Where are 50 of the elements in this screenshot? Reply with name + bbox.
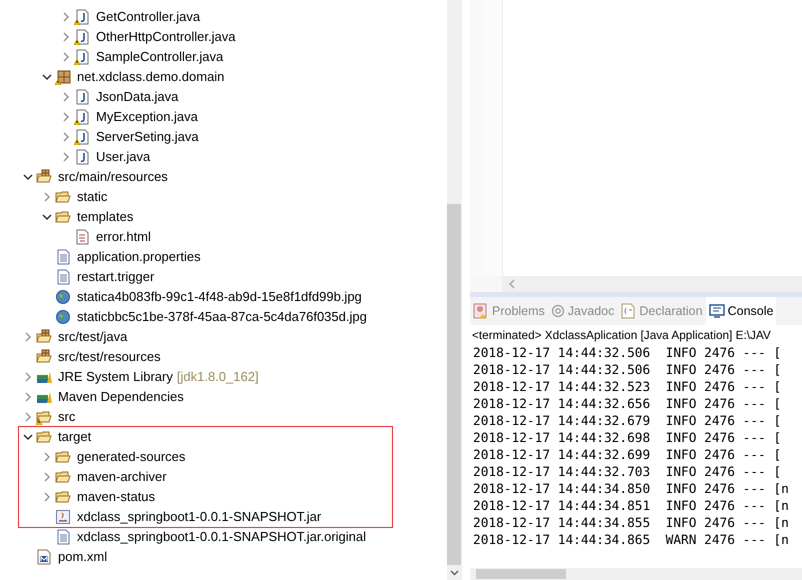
console-line: 2018-12-17 14:44:32.506 INFO 2476 --- [ [473,345,782,362]
console-line: 2018-12-17 14:44:32.698 INFO 2476 --- [ [473,430,782,447]
console-line: 2018-12-17 14:44:32.506 INFO 2476 --- [ [473,362,782,379]
console-line: 2018-12-17 14:44:34.850 INFO 2476 --- [n [473,481,790,498]
horizontal-scrollbar[interactable] [470,568,802,580]
tree-item-decoration: [jdk1.8.0_162] [176,368,259,386]
tree-item[interactable]: pom.xml [58,547,108,567]
console-line: 2018-12-17 14:44:34.851 INFO 2476 --- [n [473,498,790,515]
tree-item[interactable]: MyException.java [96,107,198,127]
tree-item[interactable]: GetController.java [96,7,200,27]
tree-item[interactable]: xdclass_springboot1-0.0.1-SNAPSHOT.jar [77,507,322,527]
tree-item[interactable]: src/main/resources [58,167,168,187]
console-line: 2018-12-17 14:44:34.865 WARN 2476 --- [n [473,532,790,549]
tree-item[interactable]: Maven Dependencies [58,387,184,407]
problems-icon [473,303,489,319]
console-line: 2018-12-17 14:44:32.699 INFO 2476 --- [ [473,447,782,464]
tree-item[interactable]: templates [77,207,134,227]
tree-item[interactable]: static [77,187,108,207]
console-line: 2018-12-17 14:44:32.523 INFO 2476 --- [ [473,379,782,396]
tree-item[interactable]: application.properties [77,247,201,267]
tree-item[interactable]: maven-status [77,487,156,507]
tree-item[interactable]: src [58,407,76,427]
tree-item[interactable]: src/test/resources [58,347,161,367]
tree-item[interactable]: maven-archiver [77,467,167,487]
console-line: 2018-12-17 14:44:32.703 INFO 2476 --- [ [473,464,782,481]
console-line: 2018-12-17 14:44:32.679 INFO 2476 --- [ [473,413,782,430]
tree-item[interactable]: statica4b083fb-99c1-4f48-ab9d-15e8f1dfd99b.jpg [77,287,362,307]
at-sign-icon [550,304,565,318]
console-line: 2018-12-17 14:44:34.855 INFO 2476 --- [n [473,515,790,532]
tree-item[interactable]: xdclass_springboot1-0.0.1-SNAPSHOT.jar.original [77,527,366,547]
tree-item[interactable]: SampleController.java [96,47,224,67]
tree-item[interactable]: JsonData.java [96,87,178,107]
tree-item[interactable]: restart.trigger [77,267,154,287]
console-header: <terminated> XdclassAplication [Java Application] E:\JAV [471,327,772,344]
tree-item[interactable]: src/test/java [58,327,128,347]
view-tab[interactable]: Console [706,297,776,325]
tree-item[interactable]: generated-sources [77,447,186,467]
tree-item[interactable]: JRE System Library [58,367,173,387]
tree-item[interactable]: User.java [96,147,150,167]
horizontal-scrollbar[interactable] [502,276,802,292]
vertical-scrollbar[interactable] [447,0,462,580]
tree-item[interactable]: net.xdclass.demo.domain [77,67,224,87]
monitor-icon [708,303,725,319]
tree-item[interactable]: target [58,427,92,447]
tree-item[interactable]: OtherHttpController.java [96,27,236,47]
declaration-icon [620,303,636,319]
tree-item[interactable]: error.html [96,227,151,247]
tree-item[interactable]: staticbbc5c1be-378f-45aa-87ca-5c4da76f035d.jpg [77,307,367,327]
console-line: 2018-12-17 14:44:32.656 INFO 2476 --- [ [473,396,782,413]
tree-item[interactable]: ServerSeting.java [96,127,199,147]
